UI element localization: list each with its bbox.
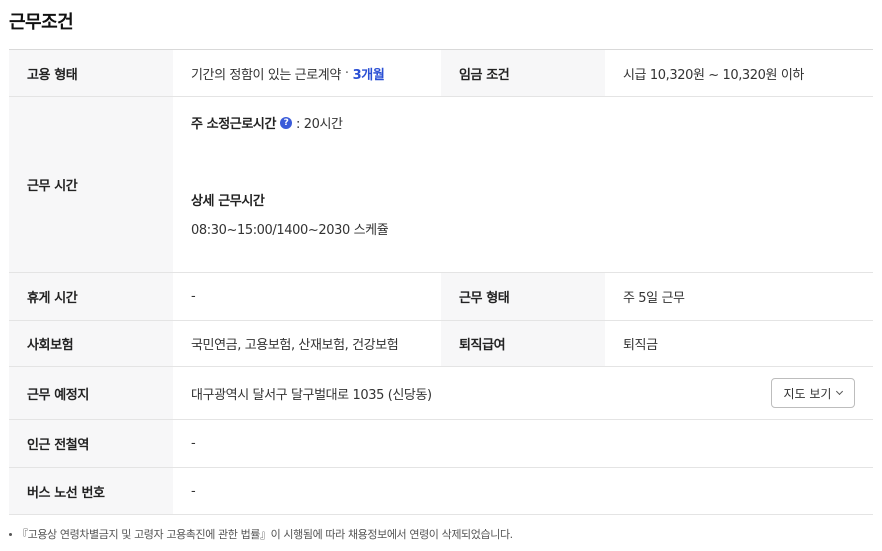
work-type-value: 주 5일 근무 bbox=[623, 291, 685, 306]
table-row: 버스 노선 번호 - bbox=[9, 468, 873, 515]
break-time-value: - bbox=[191, 289, 196, 304]
severance-value: 퇴직금 bbox=[623, 338, 658, 353]
detail-hours-value: 08:30~15:00/1400~2030 스케쥴 bbox=[191, 223, 389, 238]
weekly-hours-value: : 20시간 bbox=[296, 117, 343, 132]
insurance-value: 국민연금, 고용보험, 산재보험, 건강보험 bbox=[191, 338, 399, 353]
table-row: 고용 형태 기간의 정함이 있는 근로계약 · 3개월 임금 조건 시급 10,… bbox=[9, 50, 873, 97]
notice-text: 『고용상 연령차별금지 및 고령자 고용촉진에 관한 법률』이 시행됨에 따라 … bbox=[17, 528, 513, 541]
work-hours-value: 주 소정근로시간 ? : 20시간 상세 근무시간 08:30~15:00/14… bbox=[173, 97, 873, 272]
view-map-button[interactable]: 지도 보기 bbox=[771, 378, 855, 408]
subway-value: - bbox=[191, 436, 196, 451]
weekly-hours: 주 소정근로시간 ? : 20시간 bbox=[191, 113, 343, 132]
table-row: 인근 전철역 - bbox=[9, 420, 873, 468]
employment-type-text: 기간의 정함이 있는 근로계약 bbox=[191, 67, 341, 83]
bus-label: 버스 노선 번호 bbox=[9, 468, 173, 514]
detail-hours-label: 상세 근무시간 bbox=[191, 194, 265, 209]
work-conditions-table: 고용 형태 기간의 정함이 있는 근로계약 · 3개월 임금 조건 시급 10,… bbox=[9, 49, 873, 515]
table-row: 휴게 시간 - 근무 형태 주 5일 근무 bbox=[9, 273, 873, 321]
table-row: 사회보험 국민연금, 고용보험, 산재보험, 건강보험 퇴직급여 퇴직금 bbox=[9, 321, 873, 367]
insurance-label: 사회보험 bbox=[9, 321, 173, 366]
contract-duration: 3개월 bbox=[352, 67, 385, 83]
bus-value: - bbox=[191, 483, 196, 499]
employment-type-label: 고용 형태 bbox=[9, 50, 173, 96]
help-icon[interactable]: ? bbox=[280, 116, 293, 129]
weekly-hours-label: 주 소정근로시간 bbox=[191, 117, 277, 132]
age-notice: 『고용상 연령차별금지 및 고령자 고용촉진에 관한 법률』이 시행됨에 따라 … bbox=[9, 526, 513, 542]
section-title: 근무조건 bbox=[9, 12, 74, 33]
wage-value: 시급 10,320원 ~ 10,320원 이하 bbox=[623, 67, 804, 83]
employment-type-value: 기간의 정함이 있는 근로계약 · 3개월 bbox=[173, 50, 441, 96]
work-hours-label: 근무 시간 bbox=[9, 97, 173, 272]
table-row: 근무 시간 주 소정근로시간 ? : 20시간 상세 근무시간 08:30~15… bbox=[9, 97, 873, 273]
wage-label: 임금 조건 bbox=[441, 50, 605, 96]
bullet-icon bbox=[9, 532, 12, 536]
severance-label: 퇴직급여 bbox=[441, 321, 605, 366]
separator: · bbox=[344, 65, 349, 81]
break-time-label: 휴게 시간 bbox=[9, 273, 173, 320]
table-row: 근무 예정지 대구광역시 달서구 달구벌대로 1035 (신당동) 지도 보기 bbox=[9, 367, 873, 420]
location-address: 대구광역시 달서구 달구벌대로 1035 (신당동) bbox=[191, 387, 432, 403]
chevron-down-icon bbox=[836, 387, 844, 396]
location-label: 근무 예정지 bbox=[9, 367, 173, 419]
view-map-label: 지도 보기 bbox=[783, 386, 832, 401]
work-type-label: 근무 형태 bbox=[441, 273, 605, 320]
location-value: 대구광역시 달서구 달구벌대로 1035 (신당동) 지도 보기 bbox=[173, 367, 873, 419]
subway-label: 인근 전철역 bbox=[9, 420, 173, 467]
